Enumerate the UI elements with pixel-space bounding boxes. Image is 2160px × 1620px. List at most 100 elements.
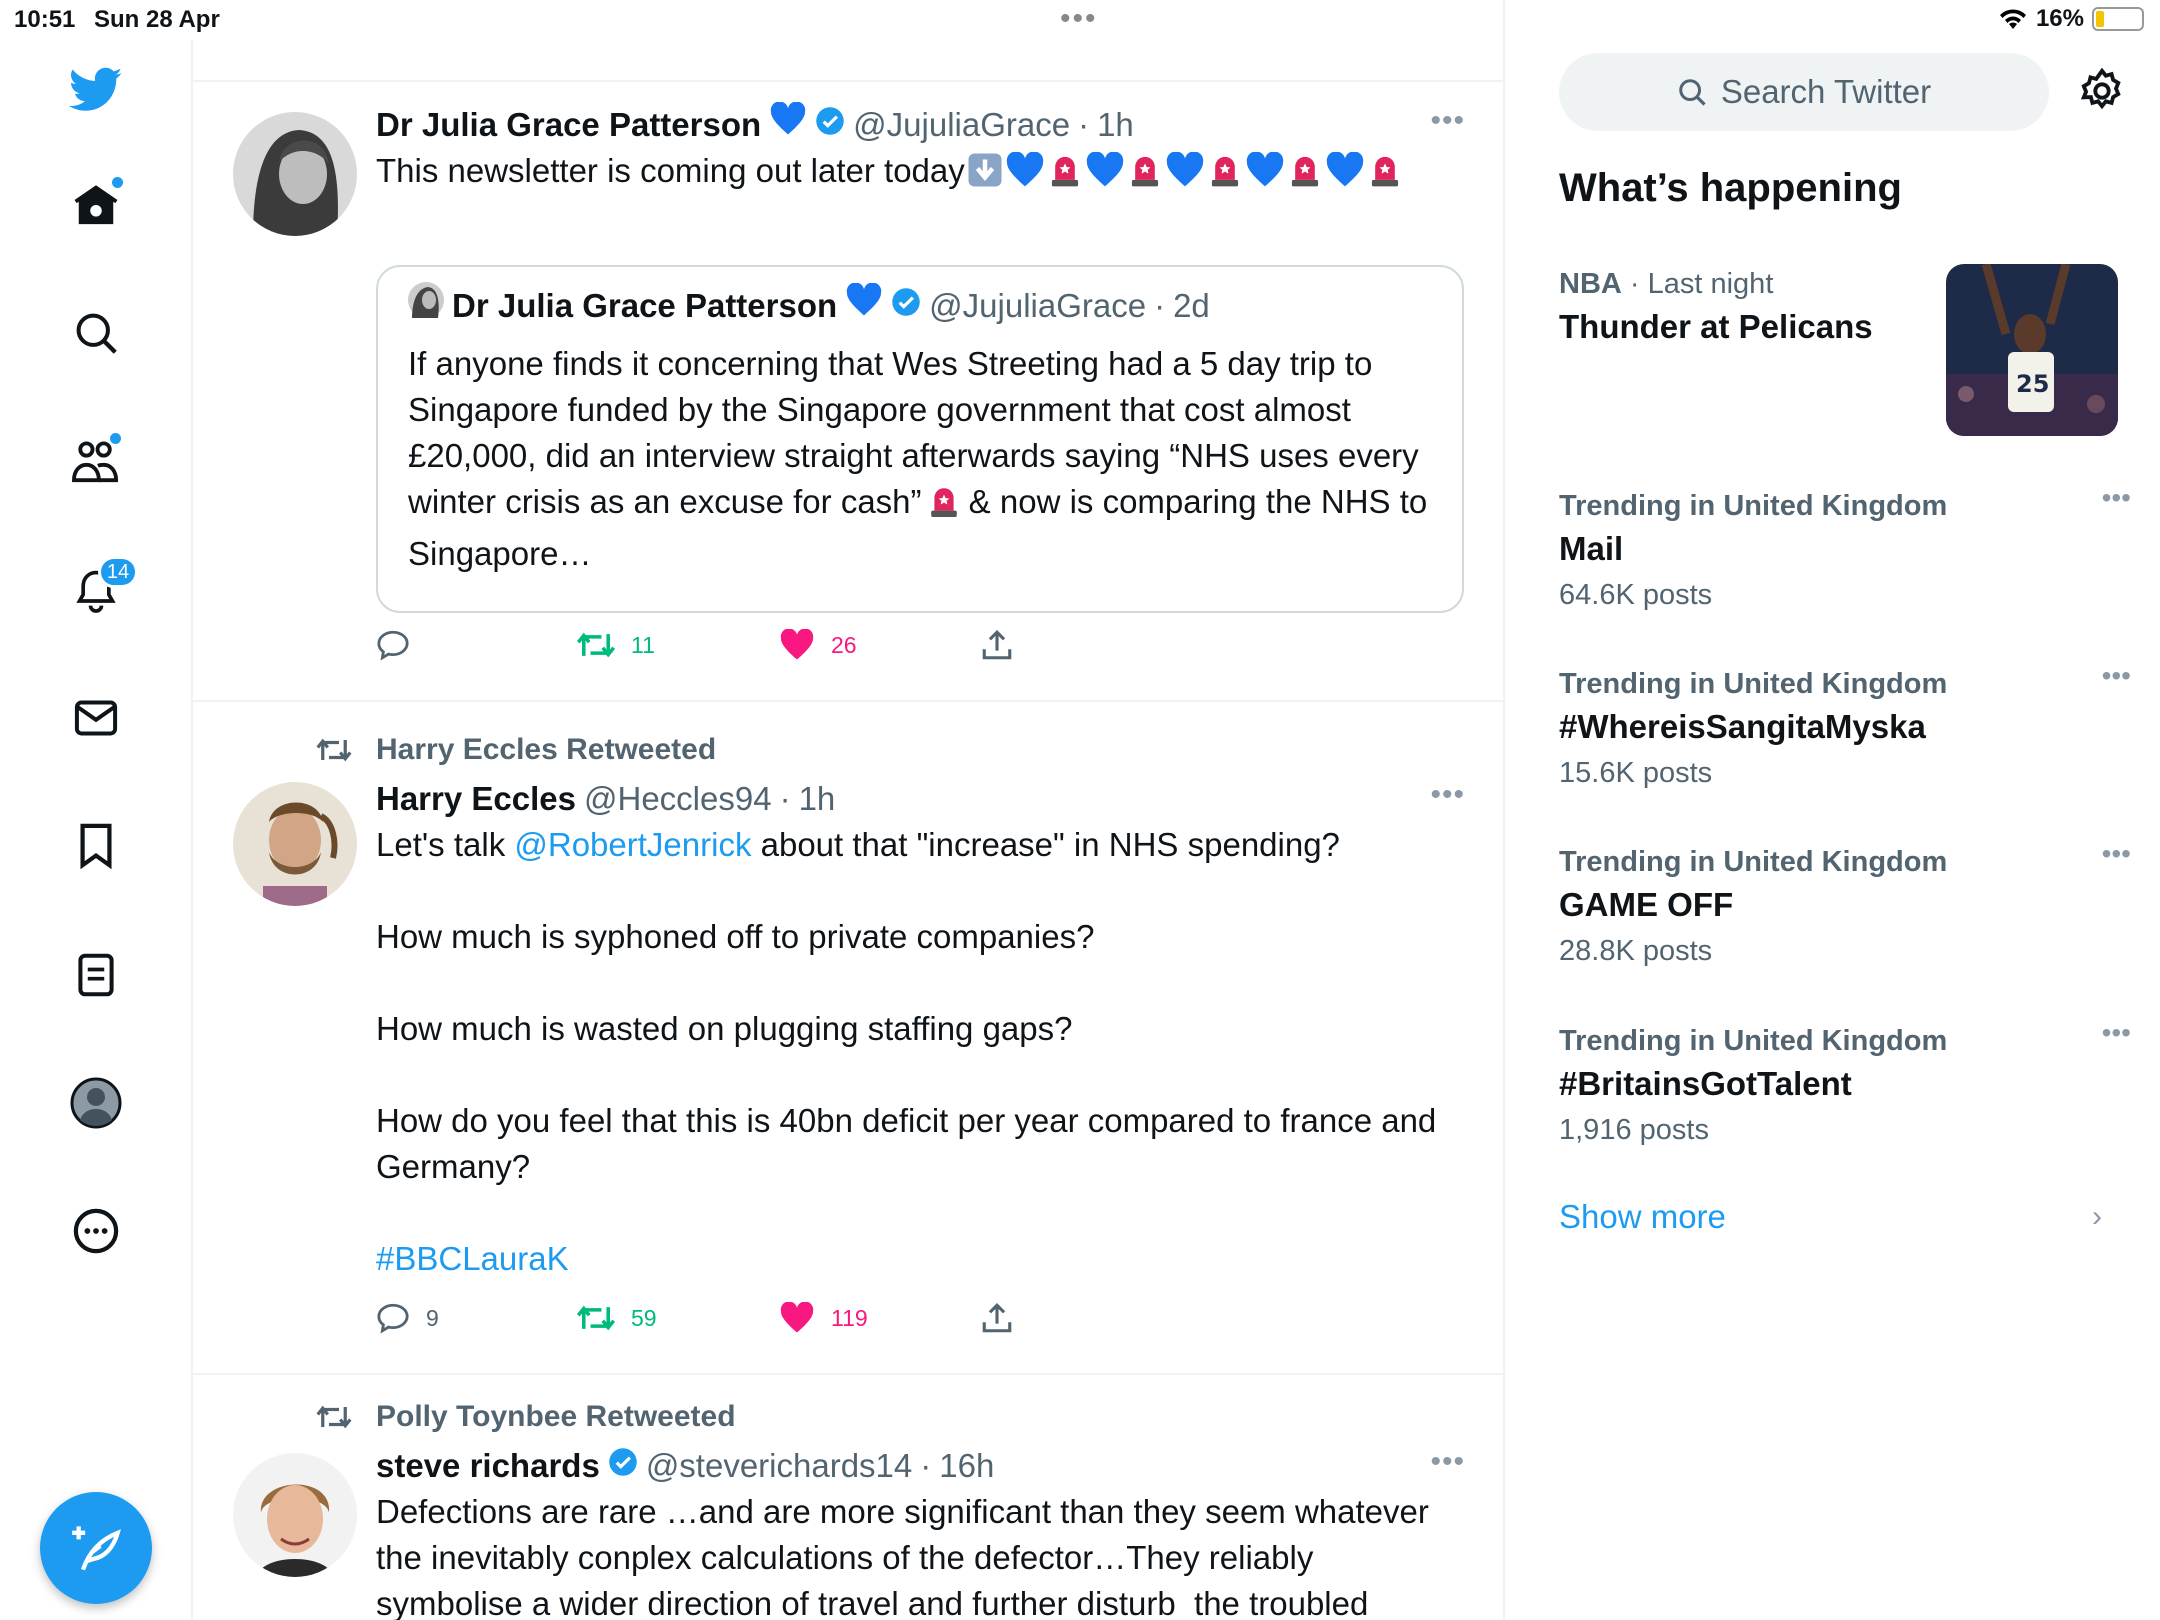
trend-item[interactable]: Trending in United Kingdom #WhereisSangi… xyxy=(1559,660,2131,796)
mail-icon xyxy=(74,700,118,736)
author-name[interactable]: Harry Eccles xyxy=(376,776,576,822)
emoji-sequence xyxy=(965,151,1405,189)
mention-link[interactable]: @RobertJenrick xyxy=(514,826,751,863)
blue-heart-icon xyxy=(1085,151,1125,200)
nav-bookmarks[interactable] xyxy=(66,816,126,876)
avatar[interactable] xyxy=(233,112,357,236)
nav-home[interactable] xyxy=(66,175,126,235)
retweet-icon xyxy=(316,1405,352,1429)
quoted-tweet-time: 2d xyxy=(1173,287,1210,324)
share-button[interactable] xyxy=(981,625,1013,665)
tweet-body: Dr Julia Grace Patterson @JujuliaGrace ·… xyxy=(376,101,1466,200)
trend-item[interactable]: Trending in United Kingdom GAME OFF 28.8… xyxy=(1559,838,2131,974)
nav-messages[interactable] xyxy=(66,688,126,748)
tweet-time[interactable]: 16h xyxy=(939,1443,994,1489)
verified-badge-icon xyxy=(891,283,921,329)
tweet-more-icon[interactable]: ••• xyxy=(1430,104,1465,138)
trend-more-icon[interactable]: ••• xyxy=(2102,838,2131,870)
trend-more-icon[interactable]: ••• xyxy=(2102,482,2131,514)
author-name[interactable]: Dr Julia Grace Patterson xyxy=(376,102,761,148)
trend-item[interactable]: Trending in United Kingdom Mail 64.6K po… xyxy=(1559,482,2131,618)
wifi-icon xyxy=(1999,9,2026,29)
trend-image[interactable]: 25 xyxy=(1946,264,2118,436)
search-placeholder: Search Twitter xyxy=(1720,73,1932,110)
trend-count: 64.6K posts xyxy=(1559,579,1713,611)
quoted-tweet-header: Dr Julia Grace Patterson @JujuliaGrace ·… xyxy=(408,282,1438,330)
blue-heart-icon xyxy=(1165,151,1205,200)
heart-filled-icon xyxy=(780,629,814,660)
quoted-author-name: Dr Julia Grace Patterson xyxy=(452,287,838,324)
search-icon xyxy=(1679,79,1706,106)
quoted-tweet-text: If anyone finds it concerning that Wes S… xyxy=(408,345,1437,572)
like-button[interactable]: 119 xyxy=(779,1298,868,1338)
reply-icon xyxy=(377,1303,409,1334)
retweeted-by[interactable]: Harry Eccles Retweeted xyxy=(314,730,716,770)
author-handle[interactable]: @JujuliaGrace xyxy=(853,102,1070,148)
tweet-previous-partial xyxy=(193,0,1503,82)
tweet-more-icon[interactable]: ••• xyxy=(1430,1445,1465,1479)
battery-percent: 16% xyxy=(2035,5,2084,32)
like-button[interactable]: 26 xyxy=(779,625,857,665)
reply-button[interactable] xyxy=(376,625,426,665)
blue-heart-icon xyxy=(1005,151,1045,200)
tweet-more-icon[interactable]: ••• xyxy=(1430,778,1465,812)
bookmark-icon xyxy=(80,823,112,869)
author-name[interactable]: steve richards xyxy=(376,1443,600,1489)
blue-heart-icon xyxy=(845,282,883,329)
home-icon xyxy=(74,185,118,225)
avatar xyxy=(408,282,444,330)
nav-lists[interactable] xyxy=(66,945,126,1005)
siren-icon xyxy=(1365,152,1405,200)
nav-more[interactable] xyxy=(66,1201,126,1261)
trend-topic: GAME OFF xyxy=(1559,886,1734,923)
siren-icon xyxy=(1125,152,1165,200)
share-button[interactable] xyxy=(981,1298,1013,1338)
nav-profile[interactable] xyxy=(66,1073,126,1133)
avatar-icon xyxy=(70,1077,122,1129)
share-icon xyxy=(982,630,1012,660)
gear-icon xyxy=(2080,67,2121,110)
retweet-icon xyxy=(577,632,615,658)
retweet-icon xyxy=(577,1305,615,1331)
trend-count: 15.6K posts xyxy=(1559,757,1713,789)
trend-item[interactable]: Trending in United Kingdom #BritainsGotT… xyxy=(1559,1017,2131,1153)
tweet-header: Harry Eccles @Heccles94 · 1h xyxy=(376,776,1466,822)
blue-heart-icon xyxy=(1325,151,1365,200)
tweet-header: steve richards @steverichards14 · 16h xyxy=(376,1443,1466,1489)
app-window: 10:51 Sun 28 Apr ••• 16% 14 Dr Julia Gra… xyxy=(0,0,2160,1620)
tweet-time[interactable]: 1h xyxy=(799,776,836,822)
tweet-actions: 9 59 119 xyxy=(376,1298,1096,1338)
nav-notifications[interactable]: 14 xyxy=(66,556,138,620)
tweet-body: steve richards @steverichards14 · 16h De… xyxy=(376,1443,1466,1620)
trend-more-icon[interactable]: ••• xyxy=(2102,660,2131,692)
blue-heart-icon xyxy=(769,101,807,148)
tweet[interactable]: Harry Eccles Retweeted Harry Eccles @Hec… xyxy=(193,702,1503,1375)
avatar[interactable] xyxy=(233,782,357,906)
tweet[interactable]: Dr Julia Grace Patterson @JujuliaGrace ·… xyxy=(193,82,1503,702)
settings-button[interactable] xyxy=(2079,67,2125,119)
status-right: 16% xyxy=(1998,5,2144,33)
nav-explore[interactable] xyxy=(66,303,126,363)
tweet[interactable]: Polly Toynbee Retweeted steve richards @… xyxy=(193,1375,1503,1620)
heart-filled-icon xyxy=(780,1302,814,1333)
blue-heart-icon xyxy=(1245,151,1285,200)
compose-tweet-button[interactable] xyxy=(40,1492,152,1604)
tweet-text: This newsletter is coming out later toda… xyxy=(376,148,1466,200)
share-icon xyxy=(982,1303,1012,1333)
retweet-button[interactable]: 11 xyxy=(577,625,655,665)
author-handle[interactable]: @steverichards14 xyxy=(646,1443,912,1489)
show-more-link[interactable]: Show more xyxy=(1559,1198,1726,1236)
search-input[interactable]: Search Twitter xyxy=(1559,53,2049,131)
twitter-logo-icon[interactable] xyxy=(66,60,126,120)
nav-communities[interactable] xyxy=(66,431,126,491)
tweet-time[interactable]: 1h xyxy=(1097,102,1134,148)
retweeted-by[interactable]: Polly Toynbee Retweeted xyxy=(314,1397,736,1437)
quoted-tweet[interactable]: Dr Julia Grace Patterson @JujuliaGrace ·… xyxy=(376,265,1464,613)
retweet-button[interactable]: 59 xyxy=(577,1298,657,1338)
author-handle[interactable]: @Heccles94 xyxy=(584,776,772,822)
hashtag-link[interactable]: #BBCLauraK xyxy=(376,1240,569,1277)
avatar[interactable] xyxy=(233,1453,357,1577)
quoted-author-handle: @JujuliaGrace xyxy=(929,287,1147,324)
reply-button[interactable]: 9 xyxy=(376,1298,439,1338)
trend-more-icon[interactable]: ••• xyxy=(2102,1017,2131,1049)
